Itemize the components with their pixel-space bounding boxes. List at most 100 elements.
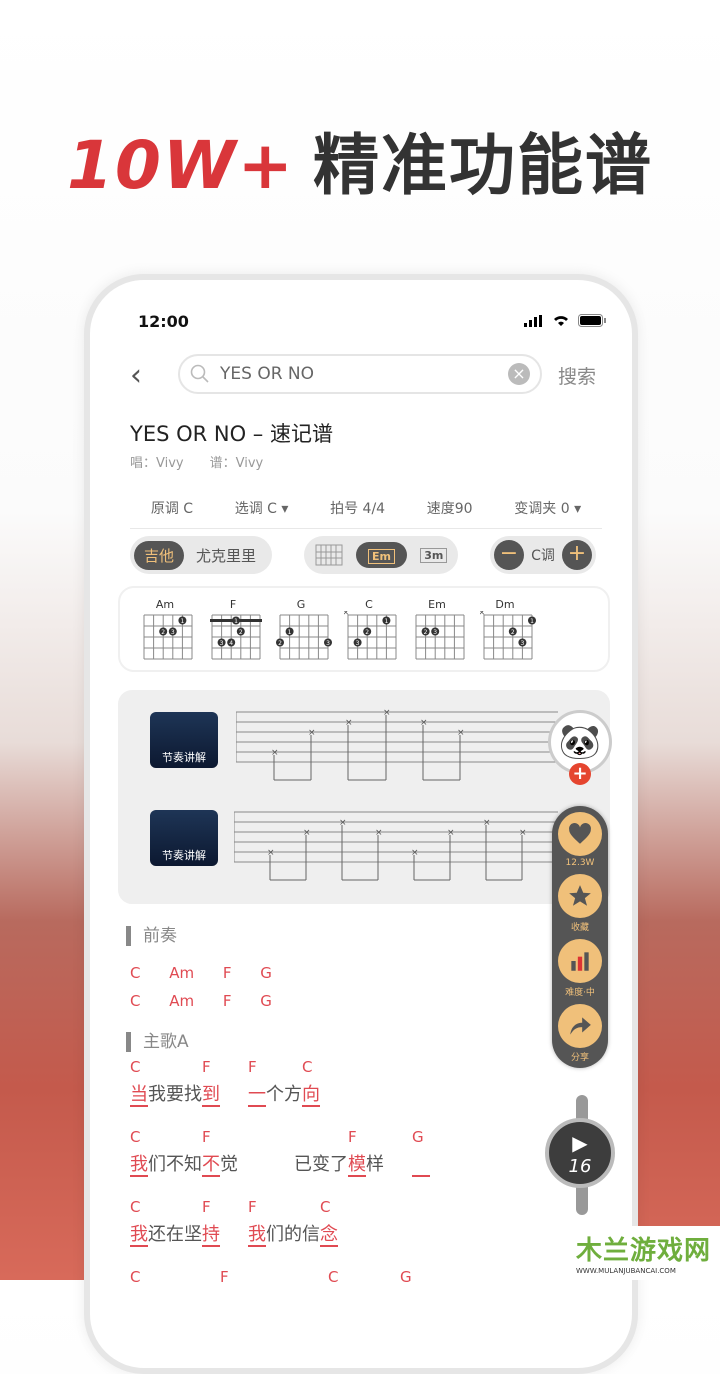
chord-c[interactable]: C × 1 23 bbox=[342, 598, 397, 670]
lyric-chord[interactable] bbox=[346, 1268, 400, 1290]
lyric-chord[interactable]: F bbox=[248, 1058, 266, 1080]
tab-ukulele[interactable]: 尤克里里 bbox=[184, 545, 268, 566]
tab-mark: × bbox=[457, 728, 465, 738]
chord-dm[interactable]: Dm × 1 23 bbox=[478, 598, 536, 670]
lyric-segment: C当 bbox=[130, 1058, 148, 1107]
lyric-chord[interactable]: C bbox=[328, 1268, 346, 1290]
chord-diagrams: Am123F1234G123C×123Em23Dm×123 bbox=[118, 586, 610, 672]
lyric-chord[interactable]: C bbox=[130, 1058, 148, 1080]
chord-name: Em bbox=[428, 598, 446, 611]
lyric-chord[interactable]: C bbox=[302, 1058, 320, 1080]
lyric-text: 一 bbox=[248, 1084, 266, 1107]
search-input[interactable]: YES OR NO × bbox=[178, 354, 542, 394]
lyric-chord[interactable] bbox=[366, 1128, 384, 1150]
param-capo[interactable]: 变调夹 0 ▾ bbox=[514, 498, 581, 518]
lyric-chord[interactable] bbox=[266, 1198, 320, 1220]
song-params: 原调 C 选调 C ▾ 拍号 4/4 速度90 变调夹 0 ▾ bbox=[130, 498, 602, 529]
search-button[interactable]: 搜索 bbox=[558, 362, 596, 389]
follow-plus-button[interactable]: + bbox=[569, 763, 591, 785]
param-select-key[interactable]: 选调 C ▾ bbox=[235, 498, 289, 518]
chord-am[interactable]: Am 1 2 3 bbox=[140, 598, 193, 670]
svg-text:3: 3 bbox=[326, 640, 330, 647]
chord-em[interactable]: Em 2 3 bbox=[412, 598, 465, 670]
lyric-segment bbox=[238, 1268, 328, 1316]
rhythm-video-1[interactable]: 节奏讲解 bbox=[150, 712, 218, 768]
lyric-chord[interactable]: F bbox=[248, 1198, 266, 1220]
svg-text:1: 1 bbox=[288, 629, 292, 636]
lyric-chord[interactable]: F bbox=[220, 1268, 238, 1290]
svg-text:1: 1 bbox=[530, 618, 534, 625]
lyric-text: 已变了 bbox=[294, 1154, 348, 1175]
lyric-text: 们的信 bbox=[266, 1224, 320, 1245]
tab-mark: × bbox=[519, 828, 527, 838]
lyric-chord[interactable] bbox=[238, 1268, 328, 1290]
lyric-segment: F持 bbox=[202, 1198, 220, 1247]
lyric-segment: 样 bbox=[366, 1128, 384, 1176]
lyric-chord[interactable] bbox=[148, 1268, 220, 1290]
lyric-chord[interactable]: G bbox=[412, 1128, 430, 1150]
lyric-text bbox=[412, 1154, 430, 1177]
lyric-chord[interactable] bbox=[148, 1058, 202, 1080]
lyric-line: C F C G bbox=[130, 1268, 418, 1316]
lyric-chord[interactable] bbox=[148, 1128, 202, 1150]
rhythm-video-2[interactable]: 节奏讲解 bbox=[150, 810, 218, 866]
lyric-segment: F模 bbox=[348, 1128, 366, 1177]
play-button[interactable]: ▶ 16 bbox=[545, 1118, 615, 1188]
svg-text:3: 3 bbox=[220, 640, 224, 647]
mode-3m-button[interactable]: 3m bbox=[420, 547, 448, 563]
chord-g[interactable]: G 12 3 bbox=[276, 598, 332, 670]
chord-name: G bbox=[296, 598, 306, 611]
clear-icon[interactable]: × bbox=[508, 363, 530, 385]
play-icon: ▶ bbox=[572, 1131, 588, 1155]
tab-mark: × bbox=[271, 748, 279, 758]
lyric-chord[interactable] bbox=[148, 1198, 202, 1220]
chord-grid: 1 2 3 bbox=[143, 614, 193, 660]
lyric-chord[interactable]: C bbox=[130, 1128, 148, 1150]
key-minus-button[interactable]: − bbox=[494, 540, 524, 570]
lyric-chord[interactable]: C bbox=[130, 1268, 148, 1290]
lyric-text bbox=[328, 1294, 346, 1315]
chord-grid: 12 3 4 bbox=[210, 614, 262, 660]
search-query[interactable]: YES OR NO bbox=[220, 364, 508, 384]
svg-text:×: × bbox=[480, 611, 486, 618]
mode-em-button[interactable]: Em bbox=[355, 542, 407, 568]
lyric-text bbox=[400, 1294, 418, 1315]
play-count: 16 bbox=[568, 1156, 592, 1177]
lyric-segment bbox=[148, 1268, 220, 1316]
back-button[interactable]: ‹ bbox=[130, 358, 142, 393]
tab-guitar[interactable]: 吉他 bbox=[134, 540, 184, 570]
lyric-text bbox=[220, 1294, 238, 1315]
side-action-3[interactable]: 分享 bbox=[557, 1004, 603, 1063]
lyric-chord[interactable]: F bbox=[202, 1128, 220, 1150]
lyric-segment: F我 bbox=[248, 1198, 266, 1247]
lyric-chord[interactable] bbox=[266, 1058, 302, 1080]
lyric-chord[interactable] bbox=[294, 1128, 348, 1150]
lyric-chord[interactable] bbox=[220, 1128, 238, 1150]
param-tempo: 速度90 bbox=[426, 501, 473, 517]
svg-text:4: 4 bbox=[229, 640, 233, 647]
lyric-chord[interactable]: C bbox=[320, 1198, 338, 1220]
side-action-0[interactable]: 12.3W bbox=[557, 812, 603, 868]
svg-text:2: 2 bbox=[365, 629, 369, 636]
lyric-line: C 我们不知 F 不觉已变了 F 模样 G bbox=[130, 1128, 430, 1177]
lyric-chord[interactable]: F bbox=[202, 1198, 220, 1220]
share-icon bbox=[570, 1017, 591, 1035]
lyric-text: 样 bbox=[366, 1154, 384, 1175]
side-action-label: 12.3W bbox=[565, 858, 595, 868]
lyric-chord[interactable]: C bbox=[130, 1198, 148, 1220]
chord-grid-icon[interactable] bbox=[315, 544, 343, 566]
lyric-chord[interactable]: F bbox=[202, 1058, 220, 1080]
lyric-text: 向 bbox=[302, 1084, 320, 1107]
key-plus-button[interactable]: + bbox=[562, 540, 592, 570]
lyric-segment: C我 bbox=[130, 1128, 148, 1177]
lyric-segment: G bbox=[400, 1268, 418, 1316]
svg-text:2: 2 bbox=[511, 629, 515, 636]
lyric-chord[interactable]: G bbox=[400, 1268, 418, 1290]
lyric-text: 当 bbox=[130, 1084, 148, 1107]
side-action-2[interactable]: 难度·中 bbox=[557, 939, 603, 998]
lyric-text: 持 bbox=[202, 1224, 220, 1247]
lyric-text: 我要找 bbox=[148, 1084, 202, 1105]
side-action-1[interactable]: 收藏 bbox=[557, 874, 603, 933]
chord-f[interactable]: F 12 34 bbox=[208, 598, 262, 670]
lyric-chord[interactable]: F bbox=[348, 1128, 366, 1150]
